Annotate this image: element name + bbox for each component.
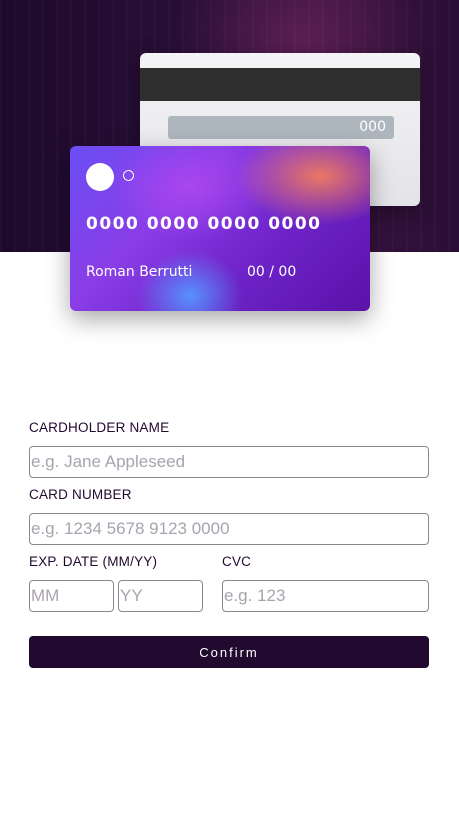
card-logo-circle-icon bbox=[86, 163, 114, 191]
card-number-display: 0000 0000 0000 0000 bbox=[86, 214, 322, 234]
card-logo-ring-icon bbox=[123, 170, 134, 181]
card-expiry-display: 00 / 00 bbox=[247, 264, 297, 280]
card-number-input[interactable] bbox=[29, 513, 429, 545]
card-front: 0000 0000 0000 0000 Roman Berrutti 00 / … bbox=[70, 146, 370, 311]
card-number-label: CARD NUMBER bbox=[29, 487, 132, 502]
cvc-label: CVC bbox=[222, 554, 252, 569]
exp-date-label: EXP. DATE (MM/YY) bbox=[29, 554, 158, 569]
exp-year-input[interactable] bbox=[118, 580, 203, 612]
card-back-cvc: 000 bbox=[168, 116, 394, 139]
exp-month-input[interactable] bbox=[29, 580, 114, 612]
cvc-input[interactable] bbox=[222, 580, 429, 612]
cardholder-name-label: CARDHOLDER NAME bbox=[29, 420, 170, 435]
cardholder-name-input[interactable] bbox=[29, 446, 429, 478]
magnetic-stripe bbox=[140, 68, 420, 101]
card-holder-display: Roman Berrutti bbox=[86, 264, 193, 280]
confirm-button[interactable]: Confirm bbox=[29, 636, 429, 668]
